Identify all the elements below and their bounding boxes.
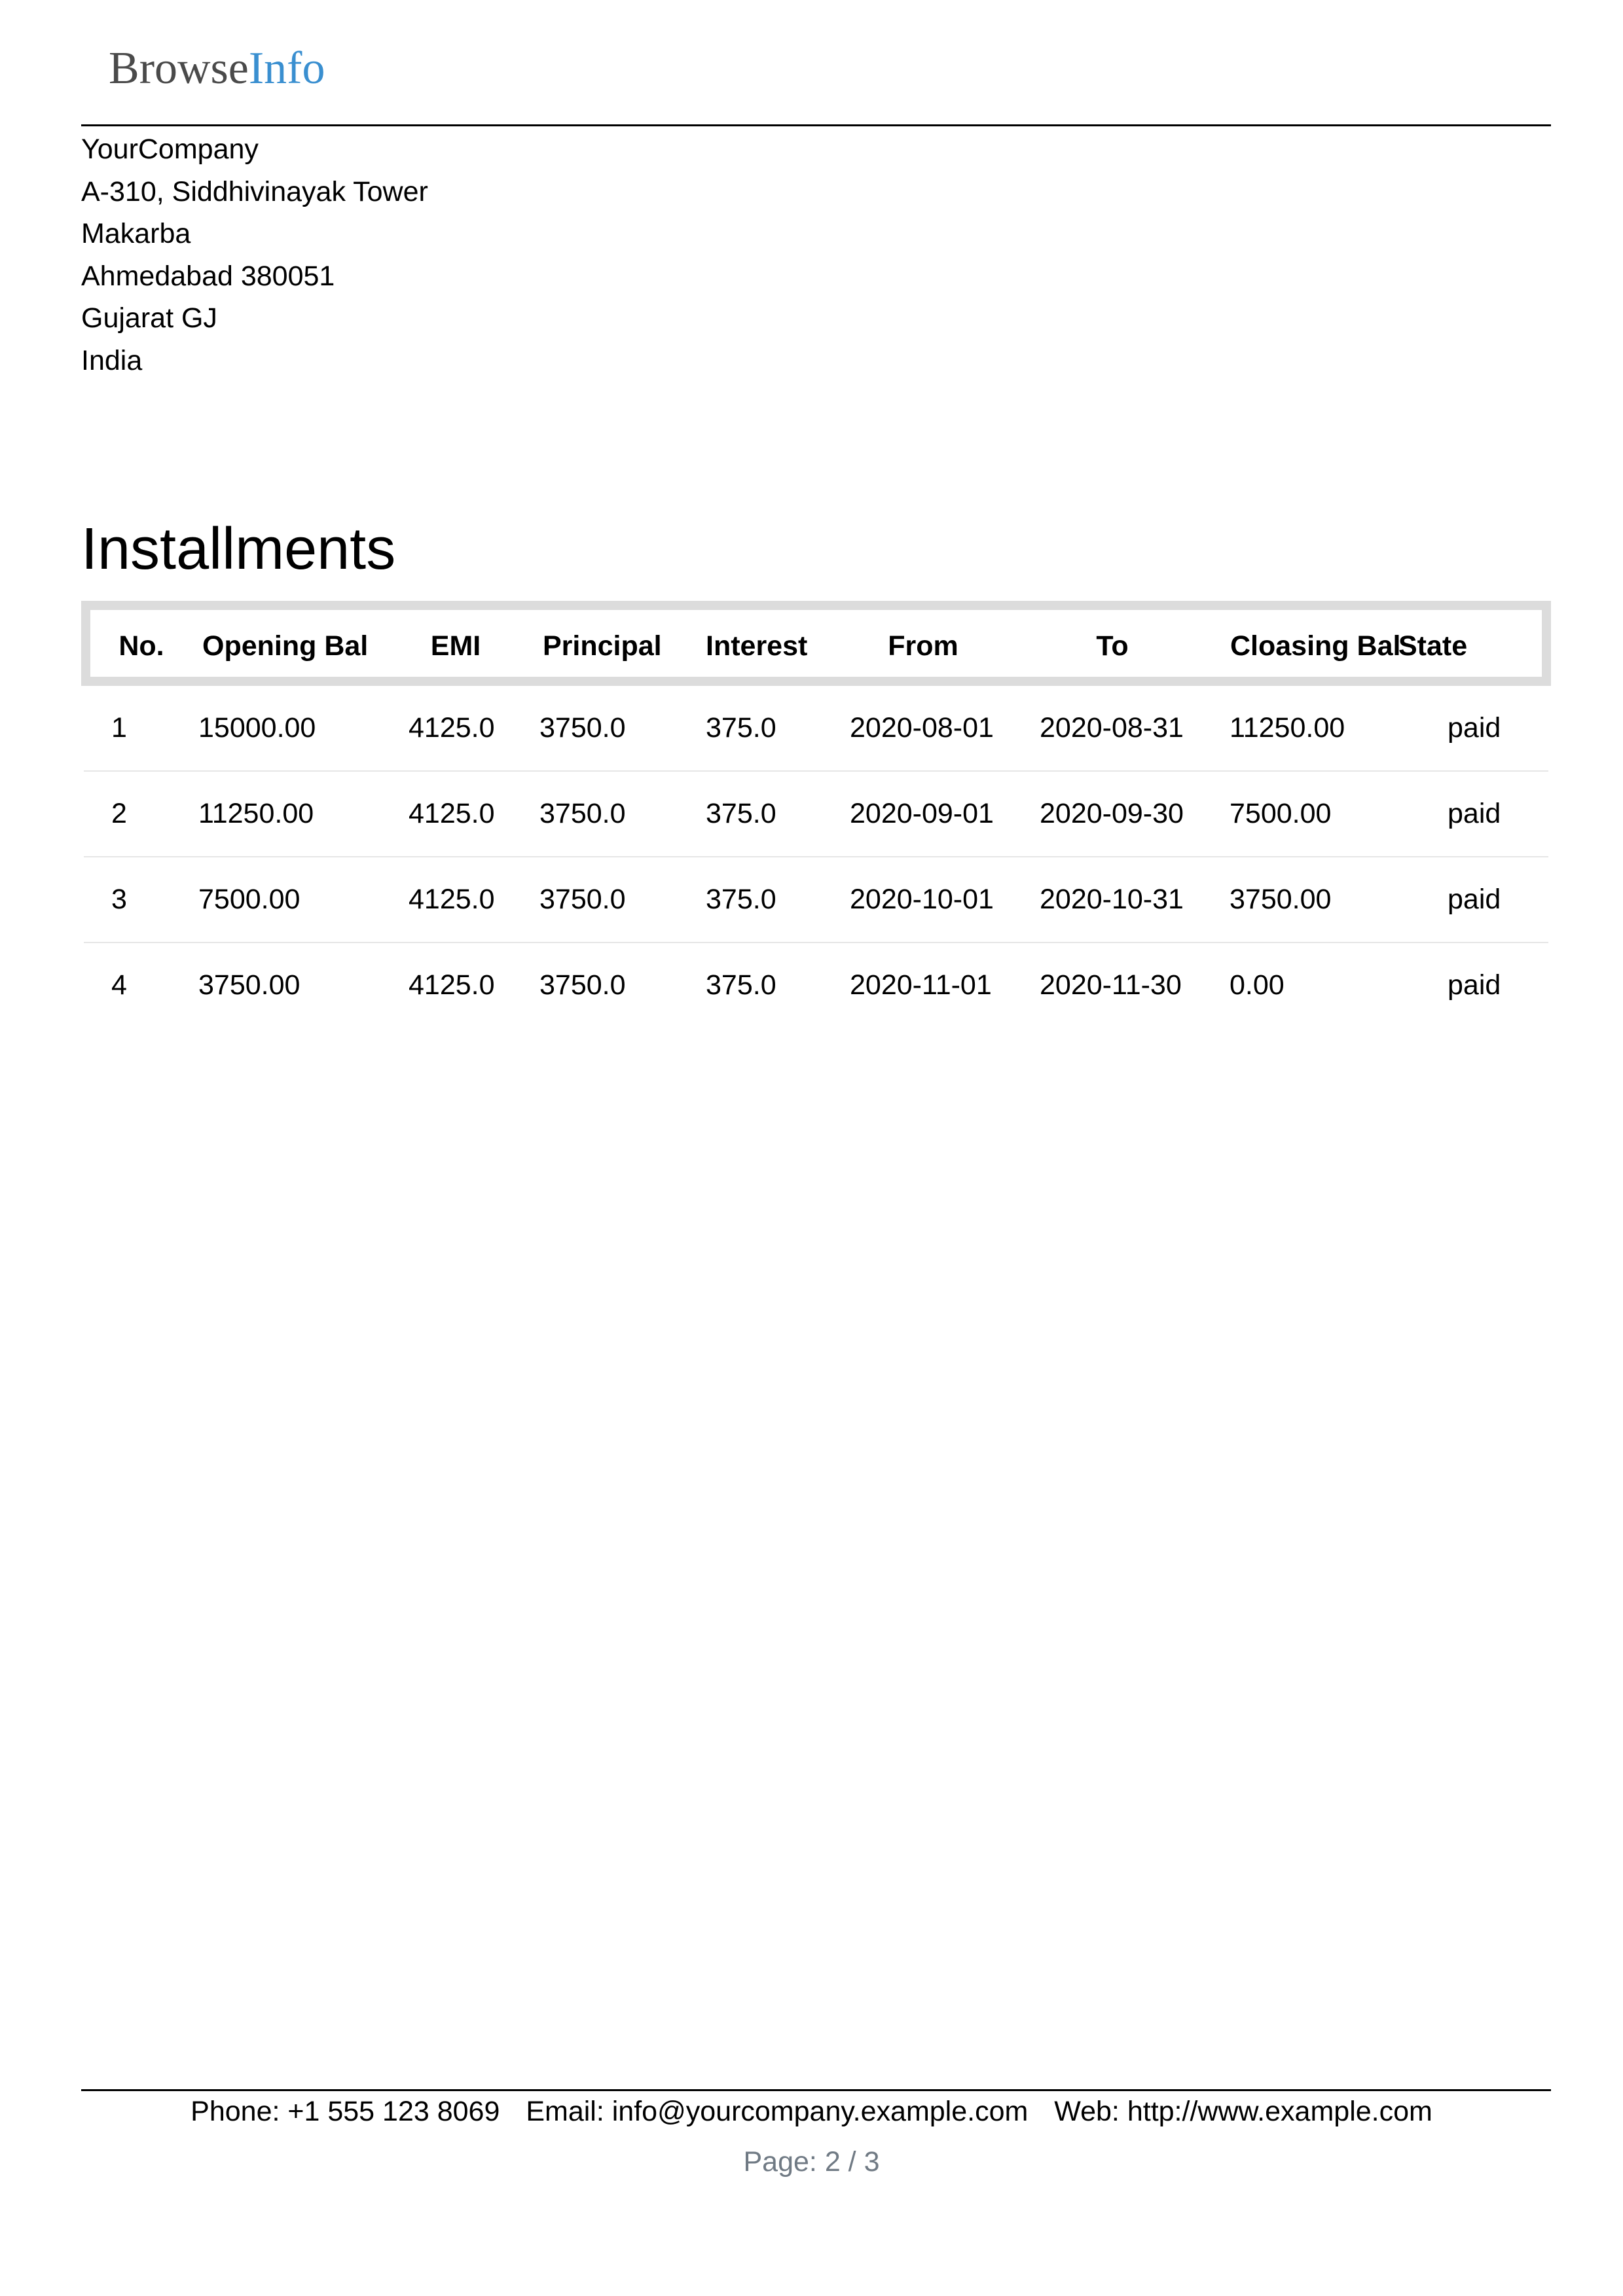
cell-emi: 4125.0 xyxy=(409,798,495,829)
cell-principal: 3750.0 xyxy=(539,712,626,744)
cell-interest: 375.0 xyxy=(706,969,776,1001)
cell-from: 2020-11-01 xyxy=(850,969,992,1001)
table-row: 2 11250.00 4125.0 3750.0 375.0 2020-09-0… xyxy=(84,772,1548,857)
logo-text-browse: Browse xyxy=(109,43,249,94)
header-state: State xyxy=(1398,630,1468,662)
header-divider xyxy=(81,124,1551,126)
cell-no: 3 xyxy=(111,884,127,915)
installments-table: No. Opening Bal EMI Principal Interest F… xyxy=(81,601,1551,1029)
cell-no: 1 xyxy=(111,712,127,744)
cell-opening-bal: 15000.00 xyxy=(198,712,316,744)
address-line: Gujarat GJ xyxy=(81,302,217,334)
cell-to: 2020-09-30 xyxy=(1040,798,1184,829)
cell-state: paid xyxy=(1448,884,1501,915)
header-principal: Principal xyxy=(543,630,662,662)
company-name: YourCompany xyxy=(81,134,259,165)
cell-state: paid xyxy=(1448,969,1501,1001)
footer-divider xyxy=(81,2089,1551,2091)
cell-to: 2020-10-31 xyxy=(1040,884,1184,915)
cell-state: paid xyxy=(1448,712,1501,744)
cell-cloasing-bal: 7500.00 xyxy=(1230,798,1332,829)
company-logo: BrowseInfo xyxy=(109,46,325,92)
cell-interest: 375.0 xyxy=(706,798,776,829)
cell-emi: 4125.0 xyxy=(409,884,495,915)
cell-principal: 3750.0 xyxy=(539,969,626,1001)
cell-to: 2020-11-30 xyxy=(1040,969,1182,1001)
cell-cloasing-bal: 3750.00 xyxy=(1230,884,1332,915)
cell-interest: 375.0 xyxy=(706,884,776,915)
header-interest: Interest xyxy=(706,630,808,662)
footer-web: Web: http://www.example.com xyxy=(1054,2096,1432,2127)
company-address: YourCompany A-310, Siddhivinayak Tower M… xyxy=(81,128,428,382)
cell-opening-bal: 11250.00 xyxy=(198,798,314,829)
footer-email: Email: info@yourcompany.example.com xyxy=(526,2096,1029,2127)
table-header: No. Opening Bal EMI Principal Interest F… xyxy=(81,601,1551,686)
table-row: 4 3750.00 4125.0 3750.0 375.0 2020-11-01… xyxy=(84,943,1548,1029)
address-line: Ahmedabad 380051 xyxy=(81,260,335,292)
page-number: Page: 2 / 3 xyxy=(743,2146,880,2178)
cell-interest: 375.0 xyxy=(706,712,776,744)
header-from: From xyxy=(888,630,958,662)
cell-from: 2020-08-01 xyxy=(850,712,994,744)
cell-from: 2020-10-01 xyxy=(850,884,994,915)
address-line: Makarba xyxy=(81,218,191,249)
cell-principal: 3750.0 xyxy=(539,798,626,829)
address-line: India xyxy=(81,344,143,376)
footer-phone: Phone: +1 555 123 8069 xyxy=(191,2096,500,2127)
cell-cloasing-bal: 0.00 xyxy=(1230,969,1285,1001)
header-opening-bal: Opening Bal xyxy=(202,630,369,662)
header-to: To xyxy=(1096,630,1129,662)
header-cloasing-bal: Cloasing Bal xyxy=(1230,630,1401,662)
cell-cloasing-bal: 11250.00 xyxy=(1230,712,1345,744)
cell-opening-bal: 3750.00 xyxy=(198,969,301,1001)
cell-emi: 4125.0 xyxy=(409,969,495,1001)
cell-no: 4 xyxy=(111,969,127,1001)
cell-emi: 4125.0 xyxy=(409,712,495,744)
cell-principal: 3750.0 xyxy=(539,884,626,915)
cell-no: 2 xyxy=(111,798,127,829)
footer-contact: Phone: +1 555 123 8069 Email: info@yourc… xyxy=(0,2096,1623,2127)
header-no: No. xyxy=(119,630,164,662)
cell-state: paid xyxy=(1448,798,1501,829)
cell-opening-bal: 7500.00 xyxy=(198,884,301,915)
table-row: 3 7500.00 4125.0 3750.0 375.0 2020-10-01… xyxy=(84,857,1548,943)
cell-to: 2020-08-31 xyxy=(1040,712,1184,744)
header-emi: EMI xyxy=(430,630,481,662)
page-title: Installments xyxy=(81,516,396,582)
table-row: 1 15000.00 4125.0 3750.0 375.0 2020-08-0… xyxy=(84,686,1548,772)
address-line: A-310, Siddhivinayak Tower xyxy=(81,175,428,207)
logo-text-info: Info xyxy=(248,43,325,94)
cell-from: 2020-09-01 xyxy=(850,798,994,829)
